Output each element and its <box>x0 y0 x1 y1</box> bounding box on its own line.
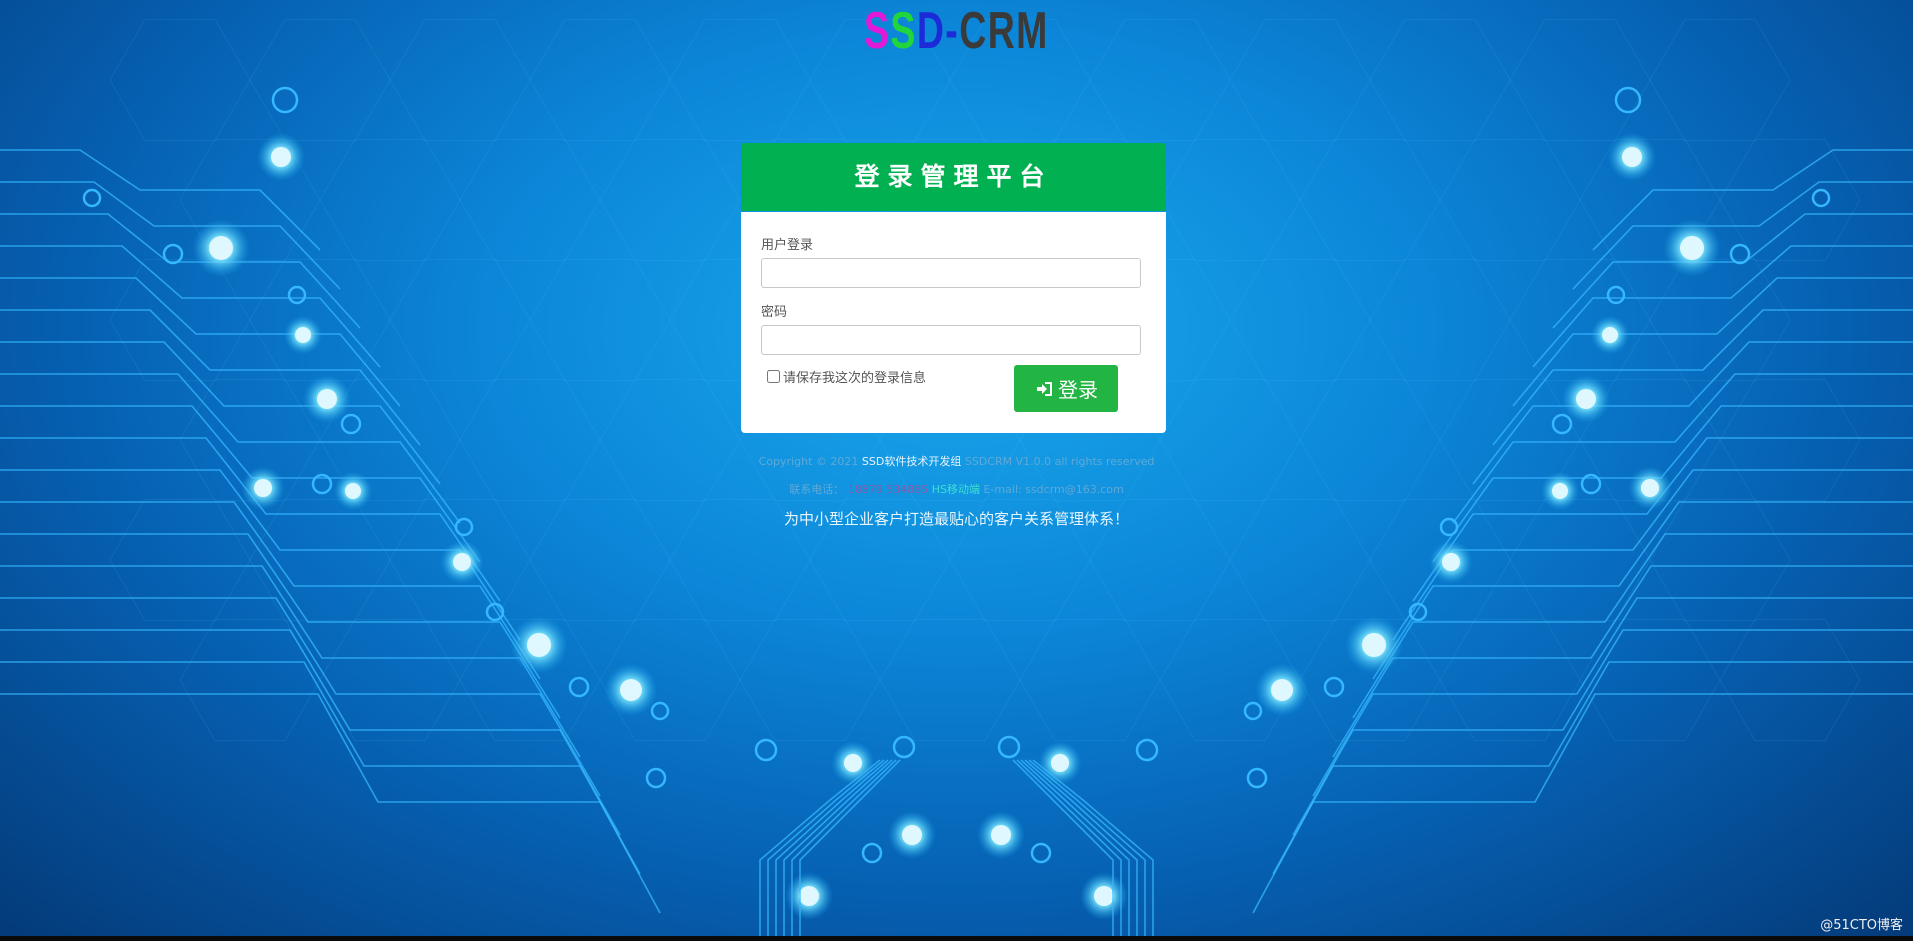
circuit-lines-graphic <box>0 18 1913 941</box>
copyright-line: Copyright © 2021 SSD软件技术开发组 SSDCRM V1.0.… <box>0 453 1913 469</box>
username-label: 用户登录 <box>761 238 814 253</box>
slogan: 为中小型企业客户打造最贴心的客户关系管理体系！ <box>783 510 1129 528</box>
watermark: @51CTO博客 <box>1820 918 1903 933</box>
password-input[interactable] <box>761 325 1141 355</box>
logo-letter-s1: S <box>864 2 891 60</box>
org-name: SSD软件技术开发组 <box>861 455 962 468</box>
password-label: 密码 <box>761 305 788 320</box>
login-button-label: 登录 <box>1058 380 1098 402</box>
mobile-tag: HS移动端 <box>931 483 981 496</box>
app-logo: SSD-CRM <box>864 2 1049 60</box>
remember-checkbox[interactable] <box>767 370 780 383</box>
contact-line: 联系电话： 18879 534885 HS移动端 E-mail: ssdcrm@… <box>0 481 1913 497</box>
circuit-background <box>0 0 1913 941</box>
remember-me[interactable]: 请保存我这次的登录信息 <box>767 367 926 386</box>
login-button[interactable]: 登录 <box>1014 365 1118 412</box>
login-panel-title: 登录管理平台 <box>741 143 1166 211</box>
login-form: 用户登录 密码 请保存我这次的登录信息 登录 <box>741 212 1166 433</box>
logo-letter-d: D- <box>916 2 960 60</box>
sign-in-icon <box>1037 381 1052 396</box>
copyright-prefix: Copyright © 2021 <box>758 455 859 468</box>
contact-phone: 18879 534885 <box>847 483 929 496</box>
remember-label: 请保存我这次的登录信息 <box>783 371 927 386</box>
logo-letter-s2: S <box>890 2 917 60</box>
logo-letters-crm: CRM <box>959 2 1049 60</box>
contact-label: 联系电话： <box>789 483 845 496</box>
contact-email: E-mail: ssdcrm@163.com <box>983 483 1124 496</box>
version-suffix: SSDCRM V1.0.0 all rights reserved <box>964 455 1155 468</box>
username-input[interactable] <box>761 258 1141 288</box>
